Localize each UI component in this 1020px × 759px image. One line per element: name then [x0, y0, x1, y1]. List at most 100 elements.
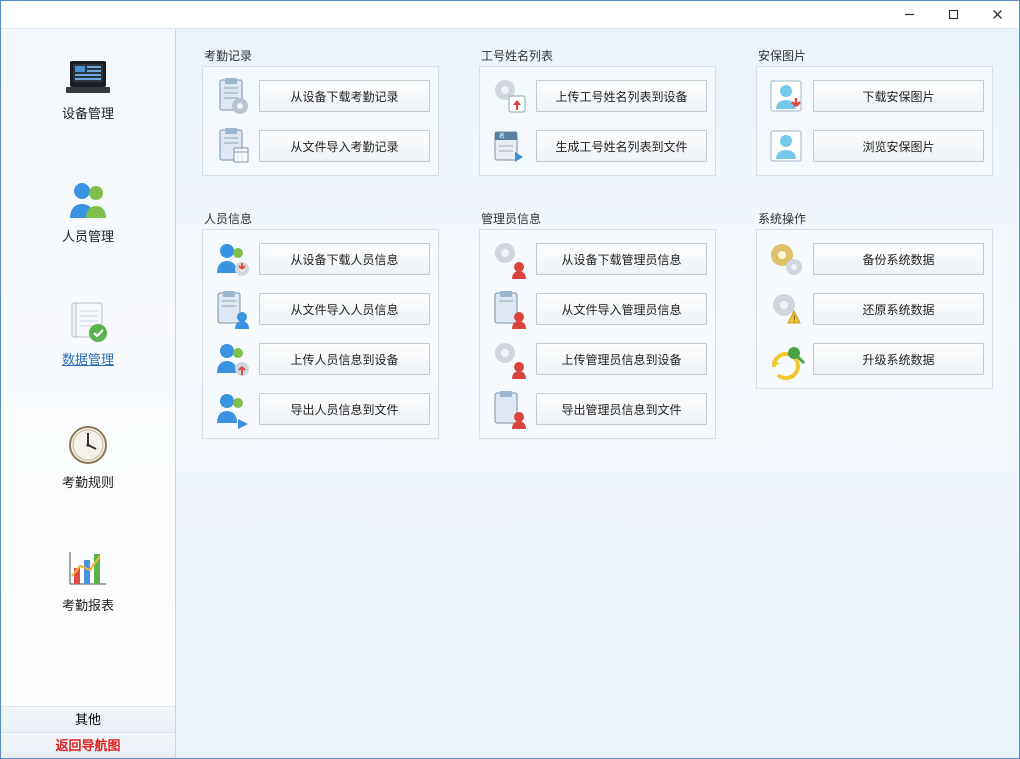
chart-icon	[64, 547, 112, 589]
group-title: 系统操作	[756, 210, 993, 227]
client-area: 设备管理 人员管理 数据管理	[1, 29, 1019, 758]
group-title: 管理员信息	[479, 210, 716, 227]
download-personinfo-button[interactable]: 从设备下载人员信息	[259, 243, 430, 275]
action-row: 从文件导入管理员信息	[488, 288, 707, 330]
group-admininfo: 管理员信息 从设备下载管理员信息 从文件导入管理员信息	[479, 210, 716, 439]
footer-nav-button[interactable]: 返回导航图	[1, 732, 175, 758]
group-row: 考勤记录 从设备下载考勤记录 从文件导入考勤记录	[202, 47, 993, 176]
action-row: 从文件导入人员信息	[211, 288, 430, 330]
group-attendance: 考勤记录 从设备下载考勤记录 从文件导入考勤记录	[202, 47, 439, 176]
data-icon	[64, 301, 112, 343]
import-admininfo-button[interactable]: 从文件导入管理员信息	[536, 293, 707, 325]
sidebar-item-label: 数据管理	[62, 349, 114, 368]
action-row: 浏览安保图片	[765, 125, 984, 167]
footer-other-button[interactable]: 其他	[1, 706, 175, 732]
sidebar: 设备管理 人员管理 数据管理	[1, 29, 176, 758]
upload-personinfo-button[interactable]: 上传人员信息到设备	[259, 343, 430, 375]
browse-security-button[interactable]: 浏览安保图片	[813, 130, 984, 162]
close-icon	[992, 9, 1003, 20]
group-personinfo: 人员信息 从设备下载人员信息 从文件导入人员信息	[202, 210, 439, 439]
group-security: 安保图片 下载安保图片 浏览安保图片	[756, 47, 993, 176]
action-row: 上传人员信息到设备	[211, 338, 430, 380]
sidebar-item-person[interactable]: 人员管理	[1, 178, 175, 245]
action-row: 从设备下载考勤记录	[211, 75, 430, 117]
upgrade-button[interactable]: 升级系统数据	[813, 343, 984, 375]
group-title: 人员信息	[202, 210, 439, 227]
minimize-icon	[904, 9, 915, 20]
download-attendance-button[interactable]: 从设备下载考勤记录	[259, 80, 430, 112]
action-row: 备份系统数据	[765, 238, 984, 280]
avatar-view-icon	[765, 125, 807, 167]
svg-text:!: !	[793, 314, 796, 324]
gear-admin-upload-icon	[488, 338, 530, 380]
clipboard-gear-icon	[211, 75, 253, 117]
group-body: 备份系统数据 ! 还原系统数据 升级系统数据	[756, 229, 993, 389]
svg-text:名: 名	[499, 132, 505, 140]
export-list-icon: 名	[488, 125, 530, 167]
download-admininfo-button[interactable]: 从设备下载管理员信息	[536, 243, 707, 275]
action-row: 从文件导入考勤记录	[211, 125, 430, 167]
clipboard-admin-icon	[488, 288, 530, 330]
maximize-button[interactable]	[931, 1, 975, 28]
sidebar-item-device[interactable]: 设备管理	[1, 55, 175, 122]
maximize-icon	[948, 9, 959, 20]
action-row: 导出人员信息到文件	[211, 388, 430, 430]
clipboard-people-icon	[211, 288, 253, 330]
action-row: 导出管理员信息到文件	[488, 388, 707, 430]
action-row: 名 生成工号姓名列表到文件	[488, 125, 707, 167]
group-body: 下载安保图片 浏览安保图片	[756, 66, 993, 176]
backup-button[interactable]: 备份系统数据	[813, 243, 984, 275]
action-row: 从设备下载人员信息	[211, 238, 430, 280]
gear-upload-icon	[488, 75, 530, 117]
export-admininfo-button[interactable]: 导出管理员信息到文件	[536, 393, 707, 425]
gear-upgrade-icon	[765, 338, 807, 380]
group-row: 人员信息 从设备下载人员信息 从文件导入人员信息	[202, 210, 993, 439]
sidebar-item-data[interactable]: 数据管理	[1, 301, 175, 368]
people-icon	[64, 178, 112, 220]
gear-admin-download-icon	[488, 238, 530, 280]
group-body: 从设备下载人员信息 从文件导入人员信息 上传人员信息	[202, 229, 439, 439]
sidebar-item-label: 人员管理	[62, 226, 114, 245]
people-export-icon	[211, 388, 253, 430]
import-personinfo-button[interactable]: 从文件导入人员信息	[259, 293, 430, 325]
gear-restore-icon: !	[765, 288, 807, 330]
group-idname: 工号姓名列表 上传工号姓名列表到设备 名 生成工号姓名列表	[479, 47, 716, 176]
sidebar-scroll: 设备管理 人员管理 数据管理	[1, 29, 175, 706]
action-row: 下载安保图片	[765, 75, 984, 117]
action-row: 从设备下载管理员信息	[488, 238, 707, 280]
generate-idname-button[interactable]: 生成工号姓名列表到文件	[536, 130, 707, 162]
gear-backup-icon	[765, 238, 807, 280]
import-attendance-button[interactable]: 从文件导入考勤记录	[259, 130, 430, 162]
device-icon	[64, 55, 112, 97]
sidebar-item-label: 设备管理	[62, 103, 114, 122]
group-title: 考勤记录	[202, 47, 439, 64]
group-title: 安保图片	[756, 47, 993, 64]
main-panel: 考勤记录 从设备下载考勤记录 从文件导入考勤记录	[176, 29, 1019, 758]
group-body: 从设备下载考勤记录 从文件导入考勤记录	[202, 66, 439, 176]
group-title: 工号姓名列表	[479, 47, 716, 64]
sidebar-item-rule[interactable]: 考勤规则	[1, 424, 175, 491]
sidebar-item-label: 考勤规则	[62, 472, 114, 491]
minimize-button[interactable]	[887, 1, 931, 28]
clipboard-calendar-icon	[211, 125, 253, 167]
action-row: ! 还原系统数据	[765, 288, 984, 330]
upload-admininfo-button[interactable]: 上传管理员信息到设备	[536, 343, 707, 375]
download-security-button[interactable]: 下载安保图片	[813, 80, 984, 112]
close-button[interactable]	[975, 1, 1019, 28]
people-gear-download-icon	[211, 238, 253, 280]
group-body: 从设备下载管理员信息 从文件导入管理员信息 上传管理	[479, 229, 716, 439]
avatar-download-icon	[765, 75, 807, 117]
group-sysop: 系统操作 备份系统数据 ! 还原系统数据	[756, 210, 993, 439]
action-row: 上传工号姓名列表到设备	[488, 75, 707, 117]
sidebar-item-report[interactable]: 考勤报表	[1, 547, 175, 614]
restore-button[interactable]: 还原系统数据	[813, 293, 984, 325]
titlebar	[1, 1, 1019, 29]
group-body: 上传工号姓名列表到设备 名 生成工号姓名列表到文件	[479, 66, 716, 176]
clipboard-admin-export-icon	[488, 388, 530, 430]
upload-idname-button[interactable]: 上传工号姓名列表到设备	[536, 80, 707, 112]
sidebar-footer: 其他 返回导航图	[1, 706, 175, 758]
clock-icon	[64, 424, 112, 466]
app-window: 设备管理 人员管理 数据管理	[0, 0, 1020, 759]
people-gear-upload-icon	[211, 338, 253, 380]
export-personinfo-button[interactable]: 导出人员信息到文件	[259, 393, 430, 425]
